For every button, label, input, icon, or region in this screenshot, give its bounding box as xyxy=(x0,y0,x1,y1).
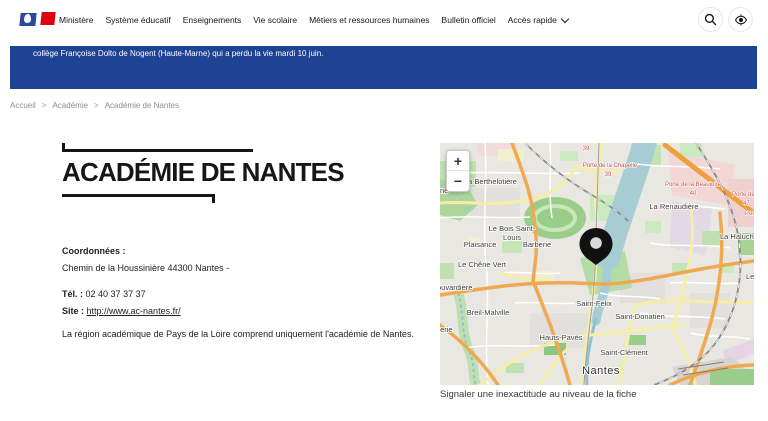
marianne-icon xyxy=(24,14,31,23)
report-inaccuracy-link[interactable]: Signaler une inexactitude au niveau de l… xyxy=(440,389,636,400)
breadcrumb: Accueil > Académie > Académie de Nantes xyxy=(10,101,179,110)
label-saint-donatien: Saint-Donatien xyxy=(615,312,665,321)
search-button[interactable] xyxy=(698,7,723,32)
map-canvas[interactable]: La Berthelotière Le Bois Saint- Louis Pl… xyxy=(440,143,754,385)
label-bois-saint-louis-2: Louis xyxy=(503,233,521,242)
display-settings-button[interactable] xyxy=(728,7,753,32)
acces-rapide-label: Accès rapide xyxy=(507,15,557,25)
label-por: Por xyxy=(745,211,754,217)
zoom-out-button[interactable]: − xyxy=(447,171,469,191)
nav-item-enseignements[interactable]: Enseignements xyxy=(183,15,242,25)
title-bracket-bottom xyxy=(62,194,215,203)
label-39-top: 39 xyxy=(583,146,590,152)
label-bouvardiere: ouvardière xyxy=(440,283,472,292)
eye-icon xyxy=(734,13,747,26)
label-saint-clement: Saint-Clément xyxy=(600,348,648,357)
label-nantes: Nantes xyxy=(582,365,620,377)
nav-item-metiers-rh[interactable]: Métiers et ressources humaines xyxy=(309,15,429,25)
label-39: 39 xyxy=(605,172,612,178)
breadcrumb-separator: > xyxy=(94,101,99,110)
label-terie: terie xyxy=(440,325,453,334)
map-zoom-control: + − xyxy=(446,150,470,192)
nav-actions xyxy=(698,7,753,32)
nav-item-systeme-educatif[interactable]: Système éducatif xyxy=(105,15,170,25)
label-40: 40 xyxy=(690,191,697,197)
french-republic-logo[interactable] xyxy=(19,12,58,27)
nav-item-vie-scolaire[interactable]: Vie scolaire xyxy=(253,15,297,25)
zoom-in-button[interactable]: + xyxy=(447,151,469,171)
label-berthelotiere: La Berthelotière xyxy=(464,177,517,186)
label-breil-malville: Breil-Malville xyxy=(467,308,510,317)
phone-label: Tél. : xyxy=(62,289,84,299)
site-link[interactable]: http://www.ac-nantes.fr/ xyxy=(87,306,181,316)
label-porte-beaujoire: Porte de la Beaujoire xyxy=(665,182,722,188)
map[interactable]: La Berthelotière Le Bois Saint- Louis Pl… xyxy=(440,143,754,385)
label-hauts-paves: Hauts-Pavés xyxy=(540,333,583,342)
label-porte-co: Porte de Co xyxy=(732,192,754,198)
label-haluchere: La Haluchère xyxy=(720,232,754,241)
label-renaudiere: La Renaudière xyxy=(649,202,698,211)
label-plaisance: Plaisance xyxy=(464,240,497,249)
site-label: Site : xyxy=(62,306,85,316)
main-menu: Ministère Système éducatif Enseignements… xyxy=(59,0,570,40)
page-title: ACADÉMIE DE NANTES xyxy=(62,157,345,187)
breadcrumb-academie[interactable]: Académie xyxy=(52,101,88,110)
label-47: 47 xyxy=(743,201,750,207)
nav-item-ministere[interactable]: Ministère xyxy=(59,15,93,25)
label-chene-vert: Le Chêne Vert xyxy=(458,260,507,269)
page: Ministère Système éducatif Enseignements… xyxy=(0,0,768,421)
title-bracket-top xyxy=(62,143,253,152)
label-barberie: Barberie xyxy=(523,240,551,249)
breadcrumb-accueil[interactable]: Accueil xyxy=(10,101,36,110)
flag-red-block xyxy=(40,12,56,25)
nav-item-acces-rapide[interactable]: Accès rapide xyxy=(507,14,570,25)
label-bois-saint-louis-1: Le Bois Saint- xyxy=(489,224,536,233)
region-note: La région académique de Pays de la Loire… xyxy=(62,329,414,339)
coordinates-label: Coordonnées : xyxy=(62,246,126,256)
label-le: Le xyxy=(746,272,754,281)
search-icon xyxy=(704,13,717,26)
chevron-down-icon xyxy=(560,14,570,23)
phone-value: 02 40 37 37 37 xyxy=(85,289,146,299)
address-text: Chemin de la Houssinière 44300 Nantes - xyxy=(62,263,230,273)
label-porte-chapelle: Porte de la Chapelle xyxy=(583,163,638,169)
breadcrumb-current: Académie de Nantes xyxy=(104,101,179,110)
nav-item-bulletin-officiel[interactable]: Bulletin officiel xyxy=(442,15,496,25)
alert-banner: collège Françoise Dolto de Nogent (Haute… xyxy=(10,46,757,89)
breadcrumb-separator: > xyxy=(41,101,47,110)
label-saint-felix: Saint-Félix xyxy=(576,299,612,308)
alert-message: collège Françoise Dolto de Nogent (Haute… xyxy=(33,49,324,58)
contact-block: Coordonnées : Chemin de la Houssinière 4… xyxy=(62,245,432,340)
top-navigation: Ministère Système éducatif Enseignements… xyxy=(0,0,768,40)
